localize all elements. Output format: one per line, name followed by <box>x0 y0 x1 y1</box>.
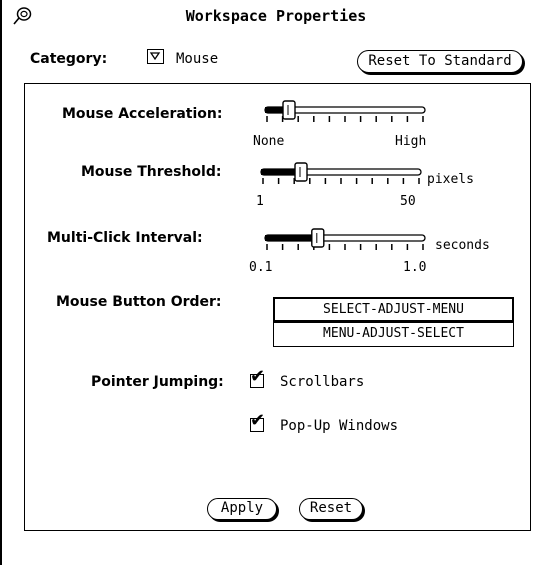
mouse-button-order-label: Mouse Button Order: <box>56 294 222 310</box>
apply-label: Apply <box>220 500 264 516</box>
apply-button[interactable]: Apply <box>207 498 277 520</box>
properties-window: Workspace Properties Category: Mouse Res… <box>0 0 550 565</box>
mouse-threshold-slider[interactable] <box>257 162 427 192</box>
reset-label: Reset <box>309 500 353 516</box>
reset-to-standard-button[interactable]: Reset To Standard <box>357 50 523 73</box>
slider-knob <box>294 162 308 182</box>
menu-mark-icon <box>149 52 161 61</box>
pointer-jumping-label: Pointer Jumping: <box>91 374 224 390</box>
checkmark-icon: ✔ <box>250 410 266 431</box>
acceleration-max-label: High <box>395 134 427 149</box>
multi-click-interval-label: Multi-Click Interval: <box>47 230 203 246</box>
category-value[interactable]: Mouse <box>176 51 218 67</box>
settings-panel: Mouse Acceleration: None High Mouse Thre… <box>24 83 531 531</box>
slider-knob <box>282 100 296 120</box>
threshold-max-label: 50 <box>400 194 416 209</box>
scrollbars-checkbox[interactable]: ✔ <box>250 368 265 388</box>
button-order-option-menu-adjust-select[interactable]: MENU-ADJUST-SELECT <box>273 322 514 347</box>
multiclick-max-label: 1.0 <box>403 260 427 275</box>
scrollbars-label[interactable]: Scrollbars <box>280 374 364 390</box>
mouse-acceleration-label: Mouse Acceleration: <box>62 106 223 122</box>
slider-fill <box>265 235 318 241</box>
threshold-unit-label: pixels <box>427 172 474 187</box>
mouse-threshold-label: Mouse Threshold: <box>81 164 222 180</box>
popup-windows-label[interactable]: Pop-Up Windows <box>280 418 398 434</box>
multiclick-min-label: 0.1 <box>249 260 273 275</box>
acceleration-min-label: None <box>253 134 285 149</box>
category-menu-button[interactable] <box>147 49 164 64</box>
checkmark-icon: ✔ <box>250 366 266 387</box>
category-label: Category: <box>30 51 108 67</box>
window-title: Workspace Properties <box>185 7 367 25</box>
button-order-option-select-adjust-menu[interactable]: SELECT-ADJUST-MENU <box>273 297 514 322</box>
multiclick-unit-label: seconds <box>435 238 490 253</box>
reset-to-standard-label: Reset To Standard <box>368 53 512 69</box>
popup-windows-checkbox[interactable]: ✔ <box>250 412 265 432</box>
slider-knob <box>311 228 325 248</box>
reset-button[interactable]: Reset <box>299 498 363 520</box>
title-bar: Workspace Properties <box>2 0 550 30</box>
threshold-min-label: 1 <box>256 194 264 209</box>
mouse-acceleration-slider[interactable] <box>261 100 431 130</box>
multi-click-interval-slider[interactable] <box>261 228 431 258</box>
